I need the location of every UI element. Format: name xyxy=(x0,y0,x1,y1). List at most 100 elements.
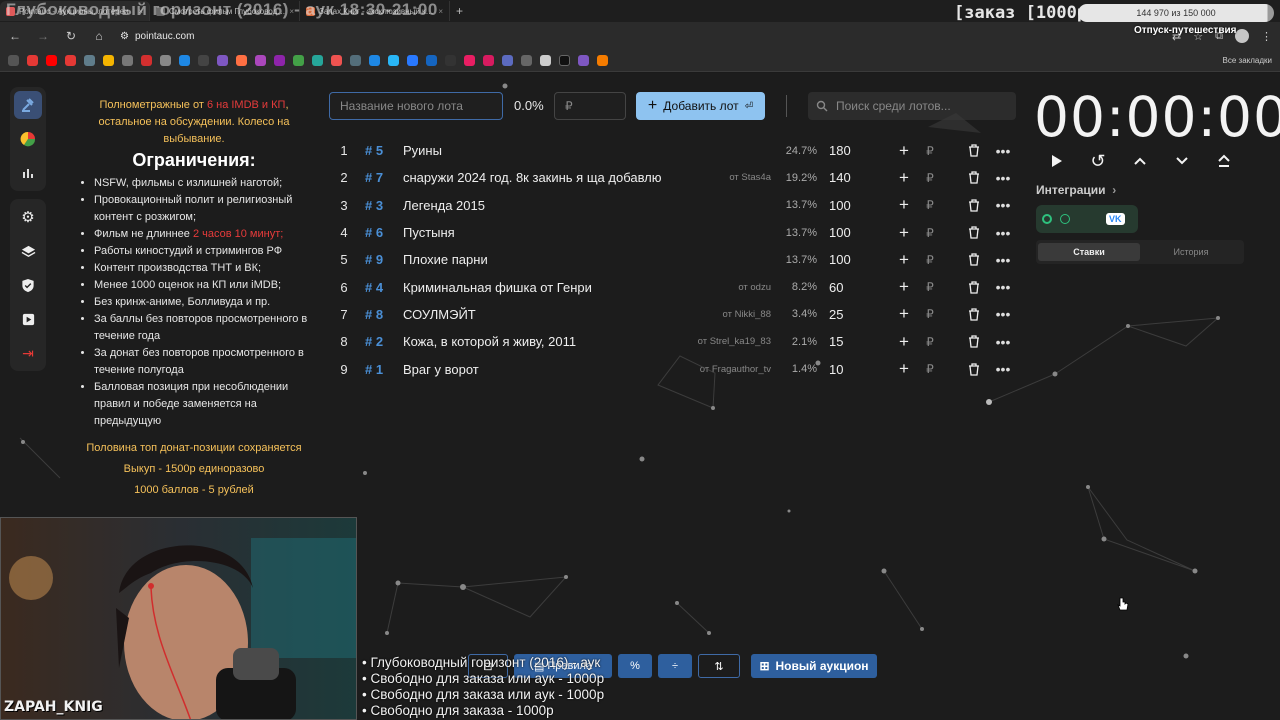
more-options-button[interactable]: ••• xyxy=(989,334,1017,350)
delete-lot-button[interactable] xyxy=(959,226,989,239)
play-button[interactable] xyxy=(1046,151,1066,171)
bookmark-icon[interactable] xyxy=(350,55,361,66)
lot-amount[interactable]: 25 xyxy=(829,307,891,322)
percent-toggle-button[interactable]: % xyxy=(618,654,652,678)
rub-input[interactable]: ₽ xyxy=(917,280,943,294)
rub-input[interactable]: ₽ xyxy=(917,335,943,349)
menu-icon[interactable]: ⋮ xyxy=(1261,30,1272,43)
bookmark-icon[interactable] xyxy=(84,55,95,66)
rub-input[interactable]: ₽ xyxy=(917,253,943,267)
lot-name[interactable]: Криминальная фишка от Генри xyxy=(403,280,738,295)
bookmark-icon[interactable] xyxy=(521,55,532,66)
bookmark-icon[interactable] xyxy=(236,55,247,66)
bookmark-icon[interactable] xyxy=(198,55,209,66)
mail-icon[interactable] xyxy=(103,55,114,66)
sidebar-item-wheel[interactable] xyxy=(14,125,42,153)
bookmark-icon[interactable] xyxy=(540,55,551,66)
more-options-button[interactable]: ••• xyxy=(989,306,1017,322)
lot-amount[interactable]: 10 xyxy=(829,362,891,377)
lot-name[interactable]: Враг у ворот xyxy=(403,362,700,377)
forward-icon[interactable]: → xyxy=(36,29,50,43)
add-amount-button[interactable]: + xyxy=(891,332,917,352)
lot-amount[interactable]: 140 xyxy=(829,170,891,185)
more-options-button[interactable]: ••• xyxy=(989,279,1017,295)
bookmark-icon[interactable] xyxy=(502,55,513,66)
lot-id[interactable]: # 8 xyxy=(359,307,403,322)
bookmark-icon[interactable] xyxy=(331,55,342,66)
sidebar-item-stats[interactable] xyxy=(14,159,42,187)
add-amount-button[interactable]: + xyxy=(891,277,917,297)
bookmark-icon[interactable] xyxy=(179,55,190,66)
bookmark-icon[interactable] xyxy=(369,55,380,66)
rub-input[interactable]: ₽ xyxy=(917,171,943,185)
youtube-icon[interactable] xyxy=(46,55,57,66)
new-auction-button[interactable]: ⊞ Новый аукцион xyxy=(751,654,877,678)
lot-amount[interactable]: 100 xyxy=(829,198,891,213)
decrease-button[interactable] xyxy=(1172,151,1192,171)
more-options-button[interactable]: ••• xyxy=(989,197,1017,213)
lot-amount[interactable]: 60 xyxy=(829,280,891,295)
bookmark-icon[interactable] xyxy=(65,55,76,66)
bookmark-icon[interactable] xyxy=(464,55,475,66)
rub-input[interactable]: ₽ xyxy=(917,144,943,158)
more-options-button[interactable]: ••• xyxy=(989,170,1017,186)
reload-icon[interactable]: ↻ xyxy=(64,29,78,43)
amount-input[interactable]: ₽ xyxy=(554,92,626,120)
more-options-button[interactable]: ••• xyxy=(989,143,1017,159)
delete-lot-button[interactable] xyxy=(959,199,989,212)
tab-history[interactable]: История xyxy=(1140,243,1242,261)
sort-button[interactable]: ⇅ xyxy=(698,654,740,678)
double-up-button[interactable] xyxy=(1214,151,1234,171)
lot-amount[interactable]: 100 xyxy=(829,252,891,267)
sidebar-item-video[interactable] xyxy=(14,305,42,333)
sidebar-item-auction[interactable] xyxy=(14,91,42,119)
bookmark-icon[interactable] xyxy=(122,55,133,66)
da-status-icon[interactable] xyxy=(1060,214,1070,224)
rub-input[interactable]: ₽ xyxy=(917,198,943,212)
add-amount-button[interactable]: + xyxy=(891,195,917,215)
home-icon[interactable]: ⌂ xyxy=(92,29,106,43)
bookmark-icon[interactable] xyxy=(426,55,437,66)
bookmark-icon[interactable] xyxy=(160,55,171,66)
bookmark-icon[interactable] xyxy=(483,55,494,66)
divide-button[interactable]: ÷ xyxy=(658,654,692,678)
vk-icon[interactable]: VK xyxy=(1106,213,1125,225)
sidebar-item-layers[interactable] xyxy=(14,237,42,265)
rub-input[interactable]: ₽ xyxy=(917,362,943,376)
bookmark-icon[interactable] xyxy=(597,55,608,66)
delete-lot-button[interactable] xyxy=(959,362,989,376)
bookmark-icon[interactable] xyxy=(559,55,570,66)
site-info-icon[interactable]: ⚙ xyxy=(120,31,129,42)
search-input[interactable]: Поиск среди лотов... xyxy=(808,92,1016,120)
bookmark-icon[interactable] xyxy=(312,55,323,66)
reset-button[interactable]: ↺ xyxy=(1088,151,1108,171)
add-lot-button[interactable]: + Добавить лот ⏎ xyxy=(636,92,765,120)
profile-avatar[interactable] xyxy=(1235,29,1249,43)
lot-name[interactable]: Легенда 2015 xyxy=(403,198,771,213)
bookmark-icon[interactable] xyxy=(255,55,266,66)
sidebar-item-settings[interactable]: ⚙ xyxy=(14,203,42,231)
more-options-button[interactable]: ••• xyxy=(989,361,1017,377)
sidebar-item-security[interactable] xyxy=(14,271,42,299)
lot-id[interactable]: # 2 xyxy=(359,334,403,349)
lot-id[interactable]: # 9 xyxy=(359,252,403,267)
lot-id[interactable]: # 6 xyxy=(359,225,403,240)
delete-lot-button[interactable] xyxy=(959,144,989,157)
all-bookmarks[interactable]: Все закладки xyxy=(1223,56,1272,65)
close-icon[interactable]: × xyxy=(438,7,443,16)
lot-id[interactable]: # 5 xyxy=(359,143,403,158)
url-field[interactable]: ⚙ pointauc.com xyxy=(120,31,194,42)
lot-name[interactable]: Пустыня xyxy=(403,225,771,240)
back-icon[interactable]: ← xyxy=(8,29,22,43)
lot-name[interactable]: Руины xyxy=(403,143,771,158)
increase-button[interactable] xyxy=(1130,151,1150,171)
lot-name[interactable]: Кожа, в которой я живу, 2011 xyxy=(403,334,698,349)
twitch-icon[interactable] xyxy=(217,55,228,66)
delete-lot-button[interactable] xyxy=(959,308,989,321)
lot-name[interactable]: Плохие парни xyxy=(403,252,771,267)
lot-id[interactable]: # 4 xyxy=(359,280,403,295)
new-lot-input[interactable]: Название нового лота xyxy=(329,92,503,120)
bookmark-icon[interactable] xyxy=(445,55,456,66)
bookmark-icon[interactable] xyxy=(388,55,399,66)
add-amount-button[interactable]: + xyxy=(891,168,917,188)
